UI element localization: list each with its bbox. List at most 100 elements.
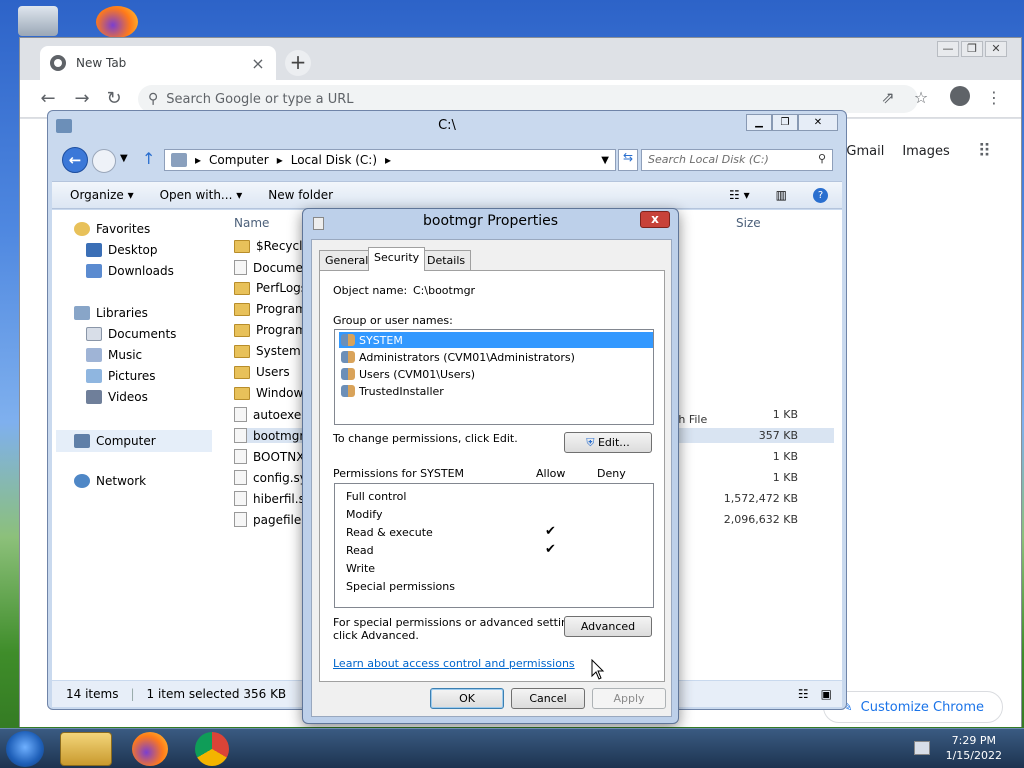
nav-libraries[interactable]: Libraries: [74, 306, 148, 320]
dialog-title: bootmgr Properties: [423, 213, 558, 229]
explorer-close-button[interactable]: ✕: [798, 114, 838, 131]
large-icons-view-icon[interactable]: ▣: [821, 687, 832, 701]
share-icon[interactable]: ⇗: [877, 88, 899, 107]
explorer-taskbar-icon[interactable]: [60, 732, 112, 766]
details-view-icon[interactable]: ☷: [798, 687, 809, 701]
bookmark-star-icon[interactable]: ☆: [910, 88, 932, 107]
firefox-taskbar-icon[interactable]: [132, 732, 168, 766]
profile-avatar-icon[interactable]: [950, 86, 970, 106]
file-row[interactable]: Users: [234, 365, 290, 379]
customize-chrome-button[interactable]: ✎ Customize Chrome: [822, 691, 1003, 723]
user-row[interactable]: SYSTEM: [339, 332, 653, 348]
file-row[interactable]: hiberfil.sy: [234, 491, 312, 506]
tab-security[interactable]: Security: [368, 247, 426, 271]
users-listbox[interactable]: SYSTEM Administrators (CVM01\Administrato…: [334, 329, 654, 425]
nav-pictures[interactable]: Pictures: [86, 369, 156, 383]
file-row[interactable]: autoexec: [234, 407, 308, 422]
forward-arrow-icon[interactable]: →: [70, 88, 94, 109]
help-icon[interactable]: ?: [813, 187, 828, 203]
file-name: Program: [256, 323, 307, 337]
security-panel: Object name: C:\bootmgr Group or user na…: [319, 270, 665, 682]
tab-general[interactable]: General: [319, 250, 375, 270]
explorer-forward-button[interactable]: [92, 149, 116, 173]
file-row[interactable]: Windows: [234, 386, 310, 400]
images-link[interactable]: Images: [902, 144, 950, 159]
videos-icon: [86, 390, 102, 404]
apps-grid-icon[interactable]: ⠿: [978, 141, 991, 162]
advanced-button[interactable]: Advanced: [564, 616, 652, 637]
nav-videos[interactable]: Videos: [86, 390, 148, 404]
start-button[interactable]: [6, 731, 44, 767]
file-row[interactable]: Documen: [234, 260, 310, 275]
folder-icon: [234, 386, 250, 400]
learn-access-control-link[interactable]: Learn about access control and permissio…: [333, 657, 575, 670]
user-group-icon: [341, 351, 355, 363]
back-arrow-icon[interactable]: ←: [36, 88, 60, 109]
dialog-close-button[interactable]: x: [640, 211, 670, 228]
recycle-bin-icon[interactable]: [18, 6, 58, 36]
nav-computer[interactable]: Computer: [56, 430, 212, 452]
nav-documents[interactable]: Documents: [86, 327, 176, 341]
folder-icon: [234, 344, 250, 358]
menu-kebab-icon[interactable]: ⋮: [983, 88, 1005, 107]
nav-music[interactable]: Music: [86, 348, 142, 362]
file-icon: [234, 470, 247, 485]
shield-icon: ⛨: [586, 436, 595, 449]
file-size: 2,096,632 KB: [723, 513, 798, 526]
breadcrumb-local-disk[interactable]: Local Disk (C:): [291, 153, 377, 167]
firefox-desktop-icon[interactable]: [96, 6, 138, 38]
explorer-maximize-button[interactable]: ❐: [772, 114, 798, 131]
nav-desktop[interactable]: Desktop: [86, 243, 158, 257]
open-with-button[interactable]: Open with... ▾: [160, 188, 243, 202]
gmail-link[interactable]: Gmail: [846, 144, 884, 159]
breadcrumb-computer[interactable]: Computer: [209, 153, 269, 167]
network-tray-icon[interactable]: [914, 741, 930, 755]
nav-favorites[interactable]: Favorites: [74, 222, 150, 236]
up-arrow-icon[interactable]: ↑: [142, 149, 155, 168]
explorer-minimize-button[interactable]: ▁: [746, 114, 772, 131]
omnibox-placeholder: Search Google or type a URL: [166, 91, 354, 107]
minimize-button[interactable]: —: [937, 41, 959, 57]
preview-pane-icon[interactable]: ▥: [776, 188, 787, 202]
file-name: config.sy: [253, 470, 307, 485]
column-header-size[interactable]: Size: [736, 216, 761, 230]
file-row[interactable]: Program: [234, 302, 307, 316]
recent-pages-chevron-icon[interactable]: ▼: [120, 153, 128, 164]
new-folder-button[interactable]: New folder: [268, 188, 333, 202]
organize-button[interactable]: Organize ▾: [70, 188, 134, 202]
tab-close-button[interactable]: ×: [250, 54, 266, 73]
ok-button[interactable]: OK: [430, 688, 504, 709]
explorer-title: C:\: [438, 118, 456, 133]
column-header-name[interactable]: Name: [234, 216, 269, 230]
view-options-icon[interactable]: ☷ ▾: [729, 188, 750, 202]
file-icon: [234, 491, 247, 506]
explorer-search-input[interactable]: Search Local Disk (C:) ⚲: [641, 149, 833, 171]
nav-network[interactable]: Network: [74, 474, 146, 488]
cancel-button[interactable]: Cancel: [511, 688, 585, 709]
edit-button[interactable]: ⛨ Edit...: [564, 432, 652, 453]
address-dropdown-icon[interactable]: ▼: [601, 155, 609, 166]
close-button[interactable]: ✕: [985, 41, 1007, 57]
new-tab-button[interactable]: +: [285, 50, 311, 76]
address-path[interactable]: ▸ Computer ▸ Local Disk (C:) ▸ ▼: [164, 149, 616, 171]
reload-icon[interactable]: ↻: [102, 88, 126, 109]
tab-new-tab[interactable]: New Tab ×: [40, 46, 276, 80]
omnibox[interactable]: ⚲ Search Google or type a URL: [138, 85, 918, 113]
file-row[interactable]: System V: [234, 344, 313, 358]
file-row[interactable]: PerfLogs: [234, 281, 307, 295]
file-row[interactable]: pagefile.s: [234, 512, 311, 527]
user-row[interactable]: Administrators (CVM01\Administrators): [339, 349, 653, 365]
chrome-taskbar-icon[interactable]: [195, 732, 229, 766]
nav-downloads[interactable]: Downloads: [86, 264, 174, 278]
tab-details[interactable]: Details: [421, 250, 472, 270]
system-clock[interactable]: 7:29 PM 1/15/2022: [946, 733, 1002, 763]
explorer-back-button[interactable]: ←: [62, 147, 88, 173]
apply-button[interactable]: Apply: [592, 688, 666, 709]
file-row[interactable]: config.sy: [234, 470, 307, 485]
user-row[interactable]: Users (CVM01\Users): [339, 366, 653, 382]
refresh-icon[interactable]: ⇆: [618, 149, 638, 171]
user-row[interactable]: TrustedInstaller: [339, 383, 653, 399]
file-row[interactable]: Program: [234, 323, 307, 337]
file-row[interactable]: BOOTNX: [234, 449, 304, 464]
maximize-button[interactable]: ❐: [961, 41, 983, 57]
